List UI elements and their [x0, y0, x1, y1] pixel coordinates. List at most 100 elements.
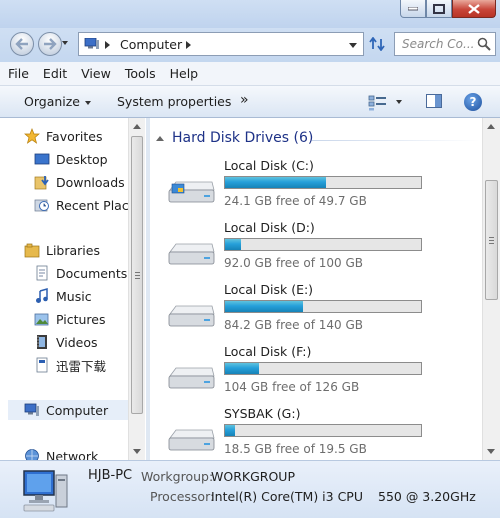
change-view-icon[interactable]	[368, 95, 388, 111]
collapse-group-icon[interactable]	[156, 135, 164, 141]
menu-edit[interactable]: Edit	[43, 66, 67, 81]
minimize-button[interactable]	[400, 0, 426, 18]
drive-usage-fill	[225, 363, 260, 374]
videos-icon	[37, 335, 47, 349]
workgroup-value: WORKGROUP	[211, 469, 295, 484]
nav-xunlei-downloads[interactable]: 迅雷下载	[34, 355, 106, 375]
nav-documents-label: Documents	[56, 265, 128, 281]
view-options-dropdown-icon[interactable]	[396, 100, 402, 104]
forward-button[interactable]	[38, 32, 62, 56]
navigation-pane: Favorites Desktop Downloads Recent Place…	[0, 118, 146, 460]
drive-usage-bar	[224, 238, 422, 251]
nav-computer[interactable]: Computer	[8, 400, 128, 420]
more-commands-button[interactable]: »	[240, 92, 249, 108]
close-button[interactable]	[452, 0, 496, 18]
menu-view[interactable]: View	[81, 66, 111, 81]
hard-drive-icon	[168, 429, 215, 451]
recent-pages-dropdown[interactable]	[62, 41, 68, 45]
star-icon	[24, 128, 40, 144]
menu-file[interactable]: File	[8, 66, 29, 81]
navigation-scroll-thumb[interactable]	[131, 136, 143, 414]
address-dropdown-icon[interactable]	[349, 43, 357, 48]
scroll-down-arrow-icon[interactable]	[133, 449, 141, 454]
nav-computer-label: Computer	[46, 402, 109, 418]
nav-documents[interactable]: Documents	[34, 263, 127, 283]
back-button[interactable]	[10, 32, 34, 56]
nav-desktop[interactable]: Desktop	[34, 149, 108, 169]
address-bar[interactable]: Computer	[78, 32, 364, 56]
nav-network-label: Network	[46, 448, 99, 461]
title-bar	[0, 0, 500, 28]
menu-help[interactable]: Help	[170, 66, 199, 81]
breadcrumb-chevron-icon[interactable]	[186, 41, 191, 49]
nav-favorites[interactable]: Favorites	[24, 126, 102, 146]
content-pane: Hard Disk Drives (6) Local Disk (C:) 24.…	[150, 118, 482, 460]
drive-item-f[interactable]: Local Disk (F:) 104 GB free of 126 GB	[164, 344, 464, 400]
organize-dropdown-icon	[85, 100, 91, 105]
content-scrollbar[interactable]	[482, 118, 500, 460]
nav-libraries[interactable]: Libraries	[24, 240, 100, 260]
breadcrumb-computer[interactable]: Computer	[120, 37, 182, 52]
nav-downloads[interactable]: Downloads	[34, 172, 125, 192]
drive-usage-bar	[224, 424, 422, 437]
drive-name: Local Disk (F:)	[224, 344, 312, 359]
drive-free-space: 18.5 GB free of 19.5 GB	[224, 442, 367, 456]
search-input[interactable]: Search Co...	[394, 32, 496, 56]
help-icon[interactable]: ?	[464, 93, 482, 111]
drive-name: Local Disk (C:)	[224, 158, 314, 173]
pictures-icon	[34, 313, 49, 326]
details-pane: HJB-PC Workgroup: WORKGROUP Processor: I…	[0, 460, 500, 518]
drive-item-g[interactable]: SYSBAK (G:) 18.5 GB free of 19.5 GB	[164, 406, 464, 460]
group-header-hard-disk-drives[interactable]: Hard Disk Drives (6)	[156, 130, 313, 146]
processor-label: Processor:	[150, 489, 215, 504]
drive-item-c[interactable]: Local Disk (C:) 24.1 GB free of 49.7 GB	[164, 158, 464, 214]
scroll-up-arrow-icon[interactable]	[133, 124, 141, 129]
nav-network[interactable]: Network	[24, 446, 98, 460]
drive-free-space: 84.2 GB free of 140 GB	[224, 318, 363, 332]
nav-libraries-label: Libraries	[46, 242, 100, 258]
nav-videos[interactable]: Videos	[34, 332, 98, 352]
processor-value: Intel(R) Core(TM) i3 CPU	[211, 489, 363, 504]
drive-usage-fill	[225, 301, 304, 312]
organize-button[interactable]: Organize	[24, 94, 91, 109]
command-bar: Organize System properties » ?	[0, 86, 500, 118]
hard-drive-icon	[168, 305, 215, 327]
computer-icon	[84, 38, 99, 49]
nav-desktop-label: Desktop	[56, 151, 108, 167]
libraries-icon	[24, 243, 40, 258]
drive-free-space: 24.1 GB free of 49.7 GB	[224, 194, 367, 208]
computer-name: HJB-PC	[88, 468, 133, 483]
maximize-icon	[433, 3, 445, 14]
music-icon	[36, 288, 48, 303]
drive-usage-fill	[225, 239, 241, 250]
minimize-icon	[408, 6, 418, 10]
preview-pane-icon[interactable]	[426, 94, 442, 108]
recent-places-icon	[34, 199, 49, 212]
content-scroll-thumb[interactable]	[485, 180, 498, 300]
navigation-scrollbar[interactable]	[128, 118, 145, 460]
nav-recent-places[interactable]: Recent Place	[34, 195, 136, 215]
organize-label: Organize	[24, 94, 80, 109]
nav-music[interactable]: Music	[34, 286, 92, 306]
back-arrow-icon	[15, 38, 28, 50]
refresh-button[interactable]	[367, 34, 387, 54]
downloads-icon	[34, 176, 49, 190]
drive-usage-fill	[225, 177, 326, 188]
system-properties-button[interactable]: System properties	[117, 94, 231, 109]
nav-favorites-label: Favorites	[46, 128, 103, 144]
drive-item-d[interactable]: Local Disk (D:) 92.0 GB free of 100 GB	[164, 220, 464, 276]
maximize-button[interactable]	[426, 0, 452, 18]
menu-tools[interactable]: Tools	[125, 66, 156, 81]
nav-xunlei-label: 迅雷下载	[56, 358, 107, 374]
close-icon	[468, 3, 480, 14]
breadcrumb-separator-icon[interactable]	[105, 41, 110, 49]
drive-usage-bar	[224, 176, 422, 189]
navigation-bar: Computer Search Co...	[0, 28, 500, 62]
drive-usage-bar	[224, 362, 422, 375]
scroll-up-arrow-icon[interactable]	[487, 124, 495, 129]
forward-arrow-icon	[44, 38, 57, 50]
drive-item-e[interactable]: Local Disk (E:) 84.2 GB free of 140 GB	[164, 282, 464, 338]
computer-large-icon	[23, 470, 68, 512]
scroll-down-arrow-icon[interactable]	[487, 449, 495, 454]
nav-pictures[interactable]: Pictures	[34, 309, 106, 329]
